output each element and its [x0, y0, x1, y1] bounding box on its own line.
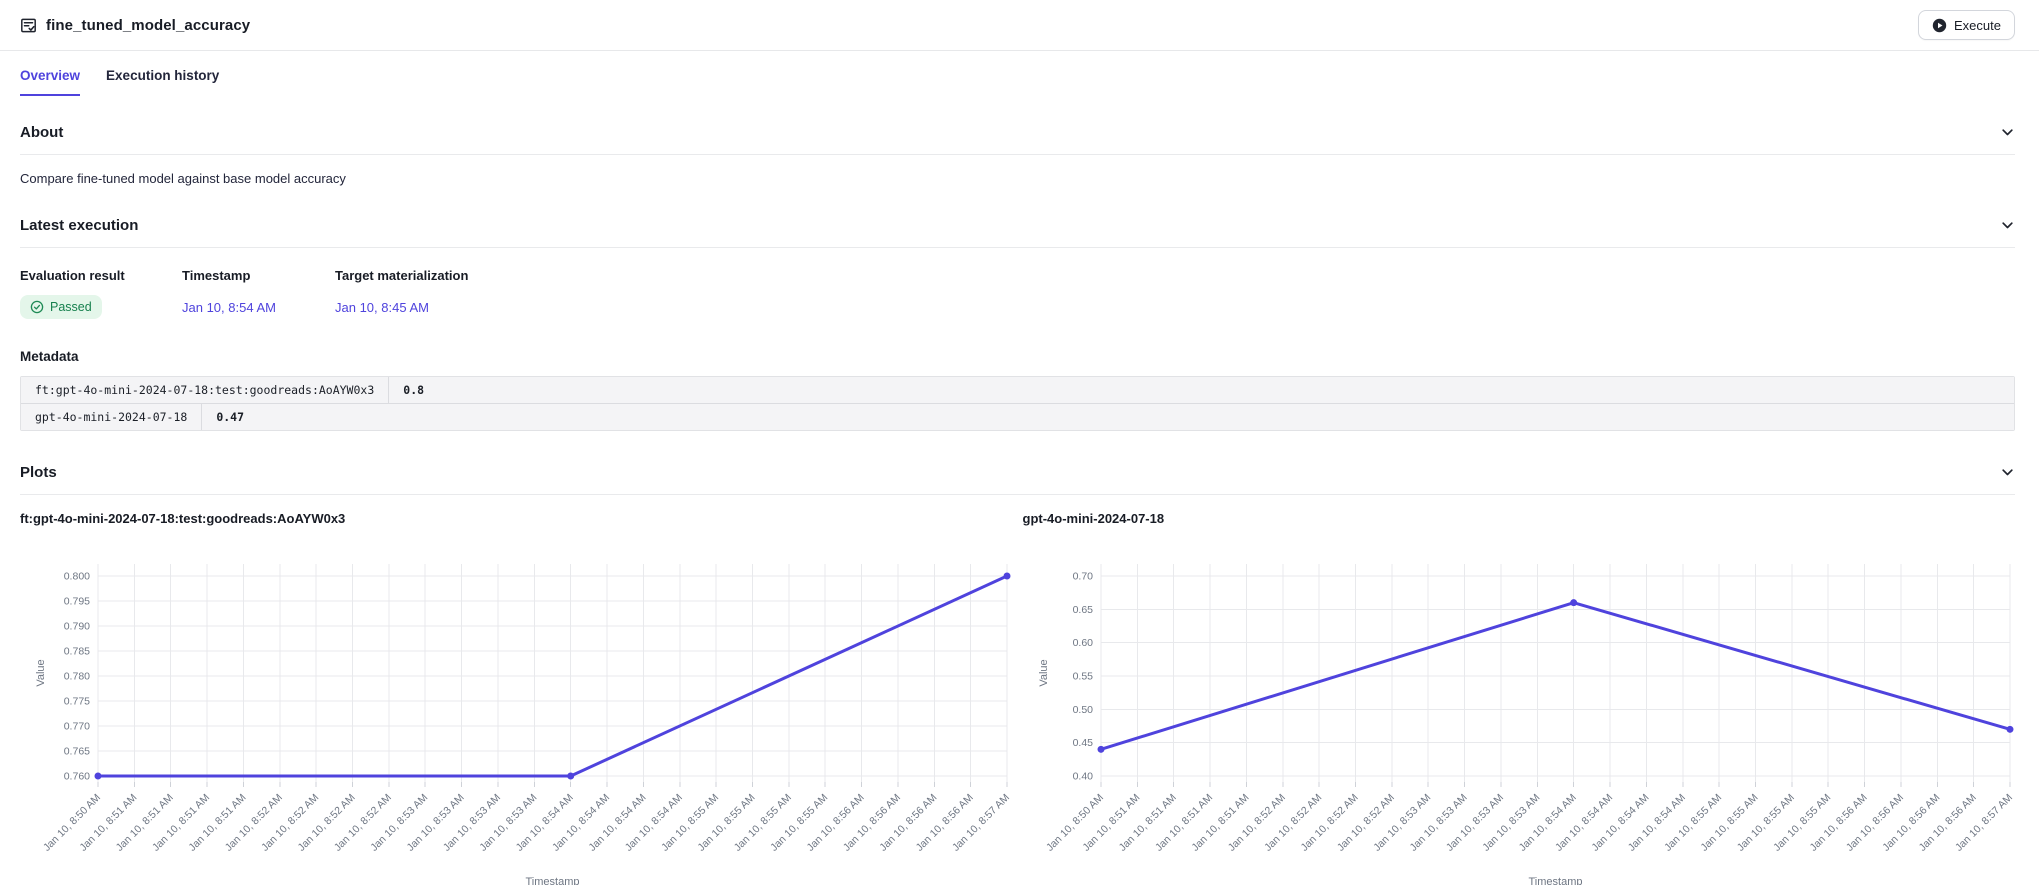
metadata-key: ft:gpt-4o-mini-2024-07-18:test:goodreads… — [21, 377, 389, 403]
svg-text:0.45: 0.45 — [1072, 737, 1093, 749]
execute-button[interactable]: Execute — [1918, 10, 2015, 40]
metadata-key: gpt-4o-mini-2024-07-18 — [21, 404, 202, 430]
metadata-row: ft:gpt-4o-mini-2024-07-18:test:goodreads… — [21, 377, 2014, 403]
check-circle-icon — [30, 300, 44, 314]
execute-button-label: Execute — [1954, 18, 2001, 33]
latest-execution-section-header: Latest execution — [20, 217, 2015, 248]
svg-text:0.50: 0.50 — [1072, 704, 1093, 716]
column-header-timestamp: Timestamp — [182, 268, 335, 283]
asset-check-icon — [20, 17, 37, 34]
plots-heading: Plots — [20, 464, 57, 481]
svg-text:0.775: 0.775 — [64, 696, 90, 708]
svg-text:0.800: 0.800 — [64, 571, 90, 583]
svg-text:Timestamp: Timestamp — [1528, 876, 1582, 885]
header: fine_tuned_model_accuracy Execute — [0, 0, 2039, 51]
about-description: Compare fine-tuned model against base mo… — [20, 171, 2019, 186]
metadata-table: ft:gpt-4o-mini-2024-07-18:test:goodreads… — [20, 376, 2015, 431]
tab-overview[interactable]: Overview — [20, 68, 80, 96]
chevron-down-icon[interactable] — [2000, 127, 2015, 138]
svg-text:0.795: 0.795 — [64, 596, 90, 608]
svg-text:Value: Value — [35, 659, 47, 686]
metadata-value: 0.8 — [389, 377, 438, 403]
tab-bar: Overview Execution history — [0, 51, 2039, 96]
chevron-down-icon[interactable] — [2000, 467, 2015, 478]
svg-text:Value: Value — [1038, 659, 1050, 686]
line-chart-fine-tuned: 0.760 0.765 0.770 0.775 0.780 0.785 0.790 0.795… — [20, 556, 1013, 885]
metadata-row: gpt-4o-mini-2024-07-18 0.47 — [21, 403, 2014, 430]
line-chart-svg: 0.400.450.500.550.600.650.70Jan 10, 8:50… — [1023, 556, 2016, 885]
plots-row: ft:gpt-4o-mini-2024-07-18:test:goodreads… — [20, 511, 2015, 885]
play-icon — [1932, 18, 1947, 33]
column-header-target-materialization: Target materialization — [335, 268, 2019, 283]
svg-text:0.65: 0.65 — [1072, 604, 1093, 616]
svg-text:0.790: 0.790 — [64, 621, 90, 633]
latest-execution-grid: Evaluation result Timestamp Target mater… — [20, 268, 2019, 319]
svg-text:0.765: 0.765 — [64, 746, 90, 758]
svg-text:0.60: 0.60 — [1072, 637, 1093, 649]
latest-execution-heading: Latest execution — [20, 217, 138, 234]
svg-text:0.40: 0.40 — [1072, 771, 1093, 783]
chevron-down-icon[interactable] — [2000, 220, 2015, 231]
svg-text:0.780: 0.780 — [64, 671, 90, 683]
timestamp-link[interactable]: Jan 10, 8:54 AM — [182, 300, 335, 315]
plot-column-fine-tuned: ft:gpt-4o-mini-2024-07-18:test:goodreads… — [20, 511, 1013, 885]
metadata-heading: Metadata — [20, 349, 2019, 364]
tab-execution-history[interactable]: Execution history — [106, 68, 219, 96]
page-title: fine_tuned_model_accuracy — [46, 17, 250, 34]
about-heading: About — [20, 124, 63, 141]
svg-text:0.770: 0.770 — [64, 721, 90, 733]
svg-text:0.785: 0.785 — [64, 646, 90, 658]
metadata-value: 0.47 — [202, 404, 258, 430]
line-chart-base-model: 0.400.450.500.550.600.650.70Jan 10, 8:50… — [1023, 556, 2016, 885]
column-header-evaluation-result: Evaluation result — [20, 268, 182, 283]
plot-title: ft:gpt-4o-mini-2024-07-18:test:goodreads… — [20, 511, 1013, 526]
status-badge-passed: Passed — [20, 295, 102, 319]
plot-title: gpt-4o-mini-2024-07-18 — [1023, 511, 2016, 526]
plots-section-header: Plots — [20, 464, 2015, 495]
svg-text:0.760: 0.760 — [64, 771, 90, 783]
target-materialization-link[interactable]: Jan 10, 8:45 AM — [335, 300, 2019, 315]
about-section-header: About — [20, 124, 2015, 155]
status-badge-label: Passed — [50, 300, 92, 314]
svg-text:0.55: 0.55 — [1072, 671, 1093, 683]
svg-text:0.70: 0.70 — [1072, 571, 1093, 583]
plot-column-base-model: gpt-4o-mini-2024-07-18 0.40 0.45 0.50 0.55 0… — [1023, 511, 2016, 885]
svg-text:Timestamp: Timestamp — [526, 876, 580, 885]
line-chart-svg: 0.760 0.765 0.770 0.775 0.780 0.785 0.790 0.795… — [20, 556, 1013, 885]
